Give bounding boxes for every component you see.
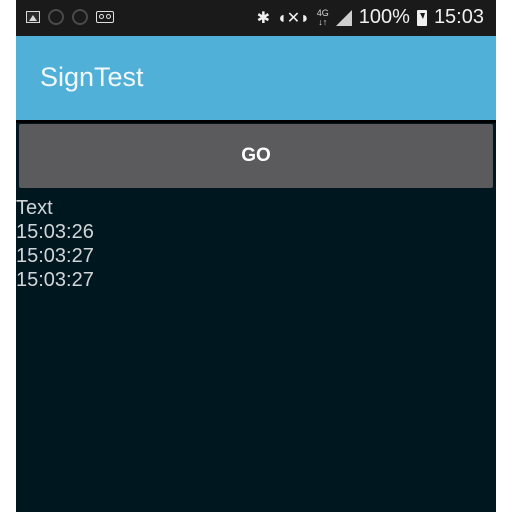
system-icons: ✱ ◖✕◗ 4G ↓↑ 100% 15:03 (257, 6, 484, 29)
log-line: 15:03:27 (16, 269, 94, 291)
log-line: Text (16, 197, 53, 219)
log-text-view: Text 15:03:26 15:03:27 15:03:27 (16, 196, 94, 292)
network-type-indicator: 4G ↓↑ (316, 7, 329, 27)
app-bar-divider (16, 120, 496, 123)
app-bar: SignTest (16, 36, 496, 120)
status-clock: 15:03 (433, 6, 484, 28)
bluetooth-icon: ✱ (256, 9, 271, 27)
sync-icon (48, 9, 64, 25)
voicemail-icon (96, 11, 114, 23)
app-title: SignTest (40, 62, 144, 92)
image-icon (26, 11, 40, 23)
go-button[interactable]: GO (19, 124, 493, 188)
log-line: 15:03:27 (16, 245, 94, 267)
notification-icons (26, 9, 114, 25)
vibrate-mute-icon: ◖✕◗ (277, 9, 310, 27)
status-bar: ✱ ◖✕◗ 4G ↓↑ 100% 15:03 (16, 0, 496, 36)
signal-icon (335, 9, 352, 26)
phone-screen: ✱ ◖✕◗ 4G ↓↑ 100% 15:03 SignTest GO Text 1… (16, 0, 496, 512)
network-type-label: 4G (316, 7, 329, 18)
log-line: 15:03:26 (16, 221, 94, 243)
battery-percent: 100% (358, 6, 410, 28)
battery-charging-icon (416, 9, 427, 26)
sync-icon (72, 9, 88, 25)
